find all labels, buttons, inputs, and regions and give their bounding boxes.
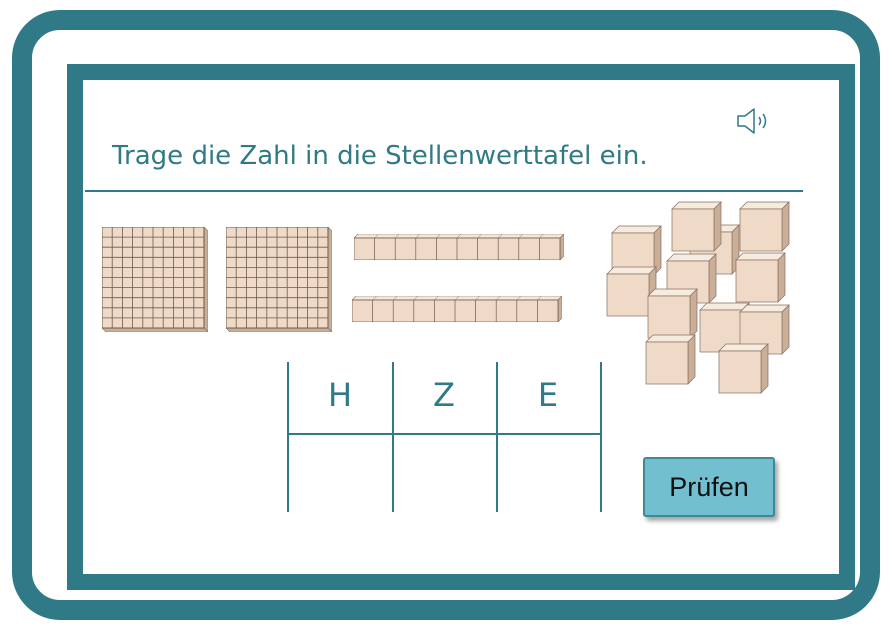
hundred-block [226,227,332,332]
hundreds-input[interactable] [292,438,392,510]
unit-cube [739,201,790,252]
tens-input[interactable] [397,438,497,510]
speaker-icon[interactable] [735,106,775,136]
table-header-line [289,433,601,435]
unit-cube [718,343,769,394]
title-divider [85,190,803,192]
table-line [287,362,289,512]
unit-cubes [606,201,790,394]
ten-rod [354,234,564,260]
place-value-table: H Z E [287,362,603,512]
unit-cube [735,252,786,303]
check-button[interactable]: Prüfen [643,457,775,517]
task-instruction: Trage die Zahl in die Stellenwerttafel e… [112,141,648,171]
unit-cube [645,334,696,385]
header-hundreds: H [327,376,353,414]
unit-cube [647,288,698,339]
header-tens: Z [433,376,455,414]
unit-cube [671,201,722,252]
ten-rod [352,296,562,322]
hundred-block [102,227,208,332]
ones-input[interactable] [501,438,601,510]
header-ones: E [537,376,559,414]
